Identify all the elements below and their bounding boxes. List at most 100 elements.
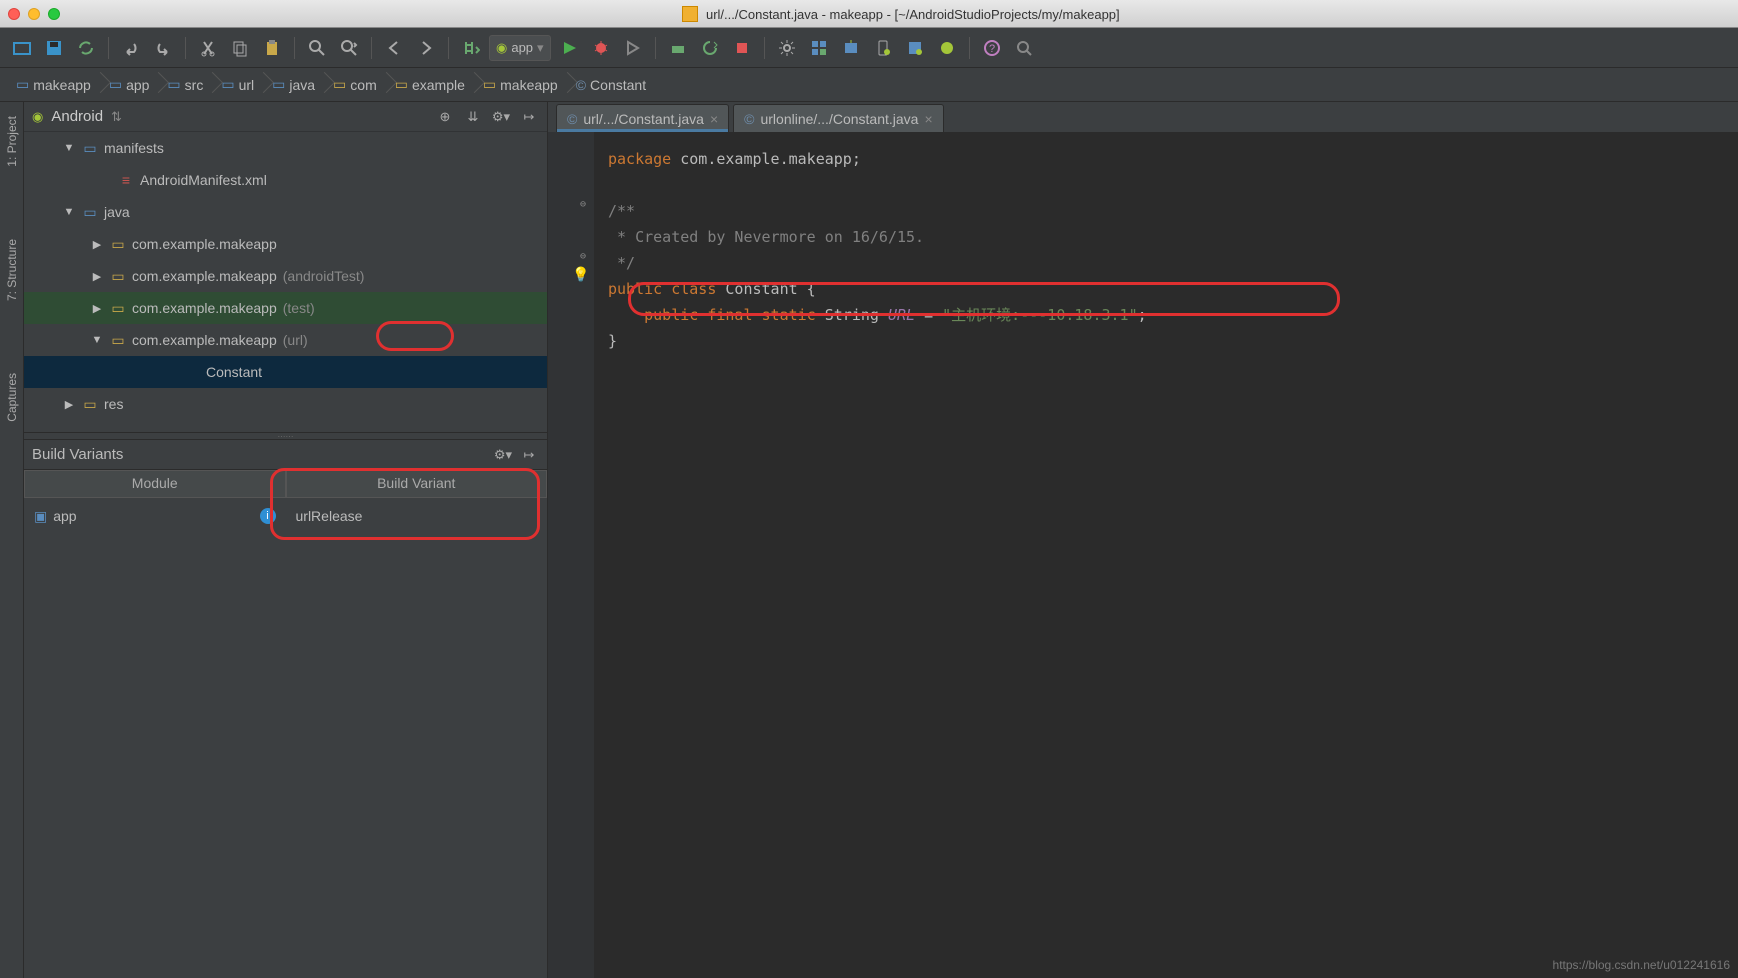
breadcrumb-item[interactable]: ▭makeapp <box>477 72 568 98</box>
breadcrumb-item[interactable]: ▭url <box>215 72 264 98</box>
back-button[interactable] <box>380 34 408 62</box>
tree-node-pkg-androidtest[interactable]: ▶ ▭ com.example.makeapp (androidTest) <box>24 260 547 292</box>
variant-column-header: Build Variant <box>286 470 548 498</box>
debug-button[interactable] <box>587 34 615 62</box>
apply-changes-button[interactable] <box>696 34 724 62</box>
help-button[interactable]: ? <box>978 34 1006 62</box>
find-button[interactable] <box>303 34 331 62</box>
run-config-selector[interactable]: ◉ app ▾ <box>489 35 551 61</box>
view-switch-icon[interactable]: ⇅ <box>111 109 122 125</box>
window-title: url/.../Constant.java - makeapp - [~/And… <box>72 6 1730 22</box>
xml-icon: ≡ <box>118 172 134 188</box>
window-controls <box>8 8 60 20</box>
scroll-from-source-icon[interactable]: ⊕ <box>435 107 455 127</box>
copy-button[interactable] <box>226 34 254 62</box>
settings-button[interactable] <box>773 34 801 62</box>
tree-node-res[interactable]: ▶ ▭ res <box>24 388 547 420</box>
close-tab-icon[interactable]: × <box>924 111 932 127</box>
hide-panel-icon[interactable]: ↦ <box>519 107 539 127</box>
info-icon[interactable]: i <box>260 508 276 524</box>
undo-button[interactable] <box>117 34 145 62</box>
run-button[interactable] <box>555 34 583 62</box>
java-file-icon <box>682 6 698 22</box>
search-everywhere-button[interactable] <box>1010 34 1038 62</box>
code-content: package com.example.makeapp; /** * Creat… <box>568 146 1738 354</box>
breadcrumb-item[interactable]: ▭example <box>389 72 475 98</box>
tree-node-manifest-file[interactable]: ≡ AndroidManifest.xml <box>24 164 547 196</box>
breadcrumb-item[interactable]: ▭java <box>266 72 325 98</box>
toolbar-separator <box>448 37 449 59</box>
project-view-label[interactable]: Android <box>51 108 103 125</box>
android-monitor-button[interactable] <box>901 34 929 62</box>
tree-node-pkg-url[interactable]: ▼ ▭ com.example.makeapp (url) <box>24 324 547 356</box>
folder-icon: ▭ <box>109 76 122 93</box>
tree-node-pkg-main[interactable]: ▶ ▭ com.example.makeapp <box>24 228 547 260</box>
package-icon: ▭ <box>110 300 126 317</box>
java-icon: © <box>744 111 754 127</box>
intention-bulb-icon[interactable]: 💡 <box>572 262 589 288</box>
run-coverage-button[interactable] <box>619 34 647 62</box>
tool-window-bar-left: 1: Project 7: Structure Captures <box>0 102 24 978</box>
folder-icon: ▭ <box>16 76 29 93</box>
maximize-window-button[interactable] <box>48 8 60 20</box>
package-icon: ▭ <box>110 236 126 253</box>
close-window-button[interactable] <box>8 8 20 20</box>
macos-titlebar: url/.../Constant.java - makeapp - [~/And… <box>0 0 1738 28</box>
sync-button[interactable] <box>72 34 100 62</box>
table-header: Module Build Variant <box>24 470 547 498</box>
avd-manager-button[interactable] <box>869 34 897 62</box>
tree-node-manifests[interactable]: ▼ ▭ manifests <box>24 132 547 164</box>
breadcrumb-item[interactable]: ▭com <box>327 72 387 98</box>
table-row[interactable]: ▣ app i urlRelease <box>24 498 547 534</box>
project-structure-button[interactable] <box>805 34 833 62</box>
forward-button[interactable] <box>412 34 440 62</box>
project-tool-tab[interactable]: 1: Project <box>3 110 21 173</box>
save-button[interactable] <box>40 34 68 62</box>
stop-button[interactable] <box>728 34 756 62</box>
module-name: app <box>53 508 76 524</box>
package-icon: ▭ <box>333 76 346 93</box>
toolbar-separator <box>294 37 295 59</box>
close-tab-icon[interactable]: × <box>710 111 718 127</box>
tree-node-constant[interactable]: Constant <box>24 356 547 388</box>
attach-debugger-button[interactable] <box>664 34 692 62</box>
replace-button[interactable] <box>335 34 363 62</box>
editor-gutter <box>548 132 594 978</box>
paste-button[interactable] <box>258 34 286 62</box>
hide-panel-icon[interactable]: ↦ <box>519 445 539 465</box>
gear-icon[interactable]: ⚙▾ <box>493 445 513 465</box>
breadcrumb-item[interactable]: ▭app <box>103 72 160 98</box>
minimize-window-button[interactable] <box>28 8 40 20</box>
panel-splitter[interactable]: ⋯⋯ <box>24 432 547 440</box>
breadcrumb-item[interactable]: ▭makeapp <box>10 72 101 98</box>
variant-value[interactable]: urlRelease <box>296 508 363 524</box>
tree-node-pkg-test[interactable]: ▶ ▭ com.example.makeapp (test) <box>24 292 547 324</box>
editor-tab[interactable]: © urlonline/.../Constant.java × <box>733 104 944 132</box>
cut-button[interactable] <box>194 34 222 62</box>
folder-icon: ▭ <box>82 204 98 221</box>
folder-icon: ▭ <box>221 76 234 93</box>
project-tree[interactable]: ▼ ▭ manifests ≡ AndroidManifest.xml ▼ ▭ … <box>24 132 547 432</box>
sdk-manager-button[interactable] <box>837 34 865 62</box>
editor-tab-active[interactable]: © url/.../Constant.java × <box>556 104 729 132</box>
package-icon: ▭ <box>110 268 126 285</box>
toolbar-separator <box>764 37 765 59</box>
redo-button[interactable] <box>149 34 177 62</box>
android-button[interactable] <box>933 34 961 62</box>
breadcrumb-item[interactable]: ▭src <box>161 72 213 98</box>
package-icon: ▭ <box>110 332 126 349</box>
make-button[interactable] <box>457 34 485 62</box>
svg-text:?: ? <box>989 43 995 55</box>
android-icon: ◉ <box>496 40 507 56</box>
captures-tool-tab[interactable]: Captures <box>3 367 21 428</box>
fold-icon[interactable]: ⊖ <box>580 192 586 218</box>
tree-node-java[interactable]: ▼ ▭ java <box>24 196 547 228</box>
code-editor[interactable]: ⊖ ⊖ 💡 package com.example.makeapp; /** *… <box>548 132 1738 978</box>
toolbar-separator <box>185 37 186 59</box>
open-button[interactable] <box>8 34 36 62</box>
gear-icon[interactable]: ⚙▾ <box>491 107 511 127</box>
collapse-all-icon[interactable]: ⇊ <box>463 107 483 127</box>
structure-tool-tab[interactable]: 7: Structure <box>3 233 21 307</box>
breadcrumb-item[interactable]: ©Constant <box>570 72 656 98</box>
editor-tab-bar: © url/.../Constant.java × © urlonline/..… <box>548 102 1738 132</box>
